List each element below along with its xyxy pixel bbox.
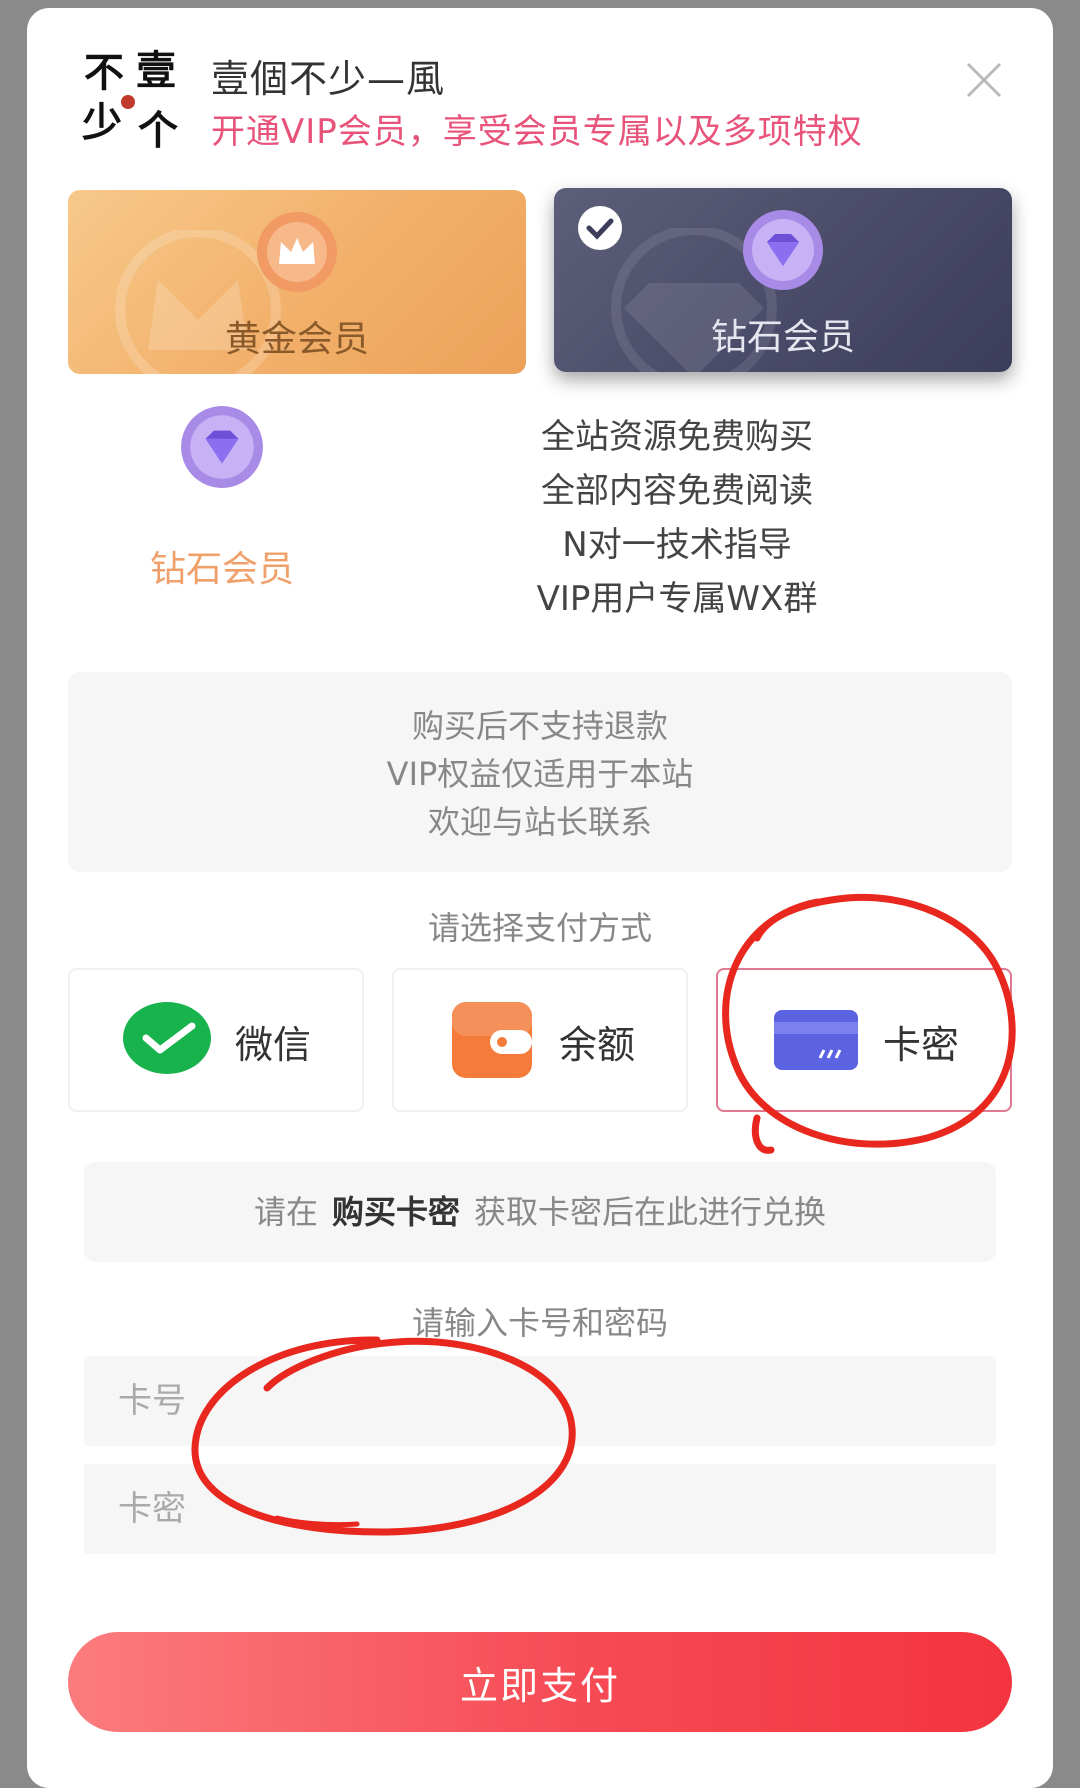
card-icon — [774, 1010, 858, 1070]
benefit-item: VIP用户专属WX群 — [536, 579, 818, 619]
close-icon[interactable] — [962, 58, 1006, 102]
site-logo: 不 壹 少 个 — [82, 47, 178, 154]
diamond-icon — [743, 210, 823, 290]
hint-suffix: 获取卡密后在此进行兑换 — [474, 1193, 827, 1231]
notice-line: 购买后不支持退款 — [411, 707, 668, 745]
pay-option-card[interactable]: 卡密 — [716, 968, 1012, 1112]
vip-modal: 不 壹 少 个 壹個不少—風 开通VIP会员，享受会员专属以及多项特权 黄金会员 — [27, 8, 1053, 1788]
benefit-item: 全部内容免费阅读 — [541, 471, 813, 511]
selected-tier-label: 钻石会员 — [149, 549, 294, 590]
check-icon — [578, 206, 622, 250]
tier-label: 钻石会员 — [710, 317, 855, 358]
benefits-list: 全站资源免费购买 全部内容免费阅读 N对一技术指导 VIP用户专属WX群 — [467, 410, 887, 626]
notice-line: 欢迎与站长联系 — [427, 803, 652, 841]
pay-option-balance[interactable]: 余额 — [392, 968, 688, 1112]
svg-text:壹: 壹 — [136, 47, 176, 94]
benefit-item: 全站资源免费购买 — [541, 417, 813, 457]
benefit-item: N对一技术指导 — [562, 525, 792, 565]
pay-option-label: 卡密 — [883, 1023, 960, 1067]
svg-text:少: 少 — [82, 99, 122, 146]
vip-tagline: 开通VIP会员，享受会员专属以及多项特权 — [211, 112, 863, 152]
svg-text:个: 个 — [138, 107, 178, 154]
buy-card-link[interactable]: 购买卡密 — [332, 1193, 460, 1231]
purchase-notice: 购买后不支持退款 VIP权益仅适用于本站 欢迎与站长联系 — [68, 672, 1012, 872]
card-password-input[interactable] — [84, 1464, 996, 1554]
pay-option-label: 微信 — [235, 1023, 312, 1067]
tier-card-diamond[interactable]: 钻石会员 — [554, 188, 1012, 372]
crown-icon — [257, 212, 337, 292]
tier-label: 黄金会员 — [224, 319, 369, 360]
pay-option-label: 余额 — [559, 1023, 636, 1067]
diamond-icon — [181, 406, 263, 488]
svg-text:不: 不 — [84, 49, 124, 96]
hint-prefix: 请在 — [253, 1193, 318, 1231]
card-form-title: 请输入卡号和密码 — [411, 1304, 668, 1342]
site-name: 壹個不少—風 — [211, 57, 446, 101]
pay-option-wechat[interactable]: 微信 — [68, 968, 364, 1112]
wechat-icon — [123, 1002, 211, 1074]
notice-line: VIP权益仅适用于本站 — [386, 755, 694, 793]
payment-method-title: 请选择支付方式 — [427, 909, 652, 947]
tier-card-gold[interactable]: 黄金会员 — [68, 190, 526, 374]
pay-now-button[interactable]: 立即支付 — [68, 1632, 1012, 1732]
wallet-icon — [452, 1002, 532, 1078]
card-hint: 请在 购买卡密 获取卡密后在此进行兑换 — [84, 1162, 996, 1262]
card-number-input[interactable] — [84, 1356, 996, 1446]
